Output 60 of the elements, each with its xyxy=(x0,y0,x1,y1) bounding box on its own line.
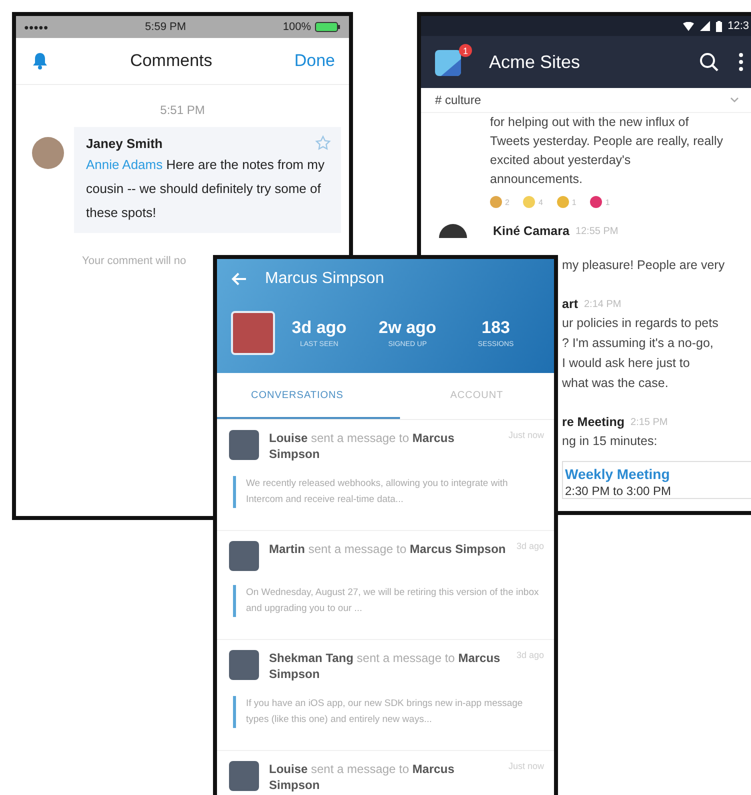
emoji-reaction-icon[interactable] xyxy=(490,196,502,208)
event-card[interactable]: Weekly Meeting 2:30 PM to 3:00 PM xyxy=(562,461,751,499)
done-button[interactable]: Done xyxy=(294,51,335,71)
message-text: ur policies in regards to pets ? I'm assuming it's a no-go, I would ask here just to what was the case. xyxy=(562,315,720,392)
bell-icon[interactable] xyxy=(32,52,48,70)
comment-author: Janey Smith xyxy=(86,136,163,150)
reaction-count: 1 xyxy=(572,198,576,206)
message-text: my pleasure! People are very xyxy=(561,257,726,274)
status-time: 12:3 xyxy=(728,20,749,32)
event-title: Weekly Meeting xyxy=(565,466,671,482)
emoji-reaction-icon[interactable] xyxy=(556,196,569,208)
conversation-summary: Shekman Tang sent a message to Marcus Simpson xyxy=(269,650,502,682)
battery-icon xyxy=(315,22,341,32)
more-menu-icon[interactable] xyxy=(739,53,743,71)
message-time: 2:14 PM xyxy=(584,298,622,310)
conversation-summary: Louise sent a message to Marcus Simpson xyxy=(269,761,456,793)
avatar-placeholder xyxy=(32,137,64,169)
app-title: Acme Sites xyxy=(489,52,582,72)
comment-text: Annie Adams Here are the notes from my cousin -- we should definitely try some of these spots! xyxy=(86,156,326,222)
signal-dots: ●●●●● xyxy=(24,22,48,32)
message-author: Kiné Camara xyxy=(493,224,570,238)
message-preview: If you have an iOS app, our new SDK brings new in-app message types (like this one) and entirely new ways... xyxy=(233,696,544,728)
reaction-count: 1 xyxy=(605,198,610,206)
emoji-reaction-icon[interactable] xyxy=(590,196,602,208)
reaction-count: 4 xyxy=(538,198,543,206)
profile-name: Marcus Simpson xyxy=(265,270,384,288)
status-time: 5:59 PM xyxy=(145,21,186,33)
avatar-placeholder xyxy=(439,224,467,238)
message-text: ng in 15 minutes: xyxy=(562,433,658,450)
search-icon[interactable] xyxy=(699,52,719,72)
message-text: for helping out with the new influx of Tweets yesterday. People are really, really excited about yesterday's announcements. xyxy=(490,114,724,188)
timestamp: 5:51 PM xyxy=(159,103,206,117)
photo-placeholder xyxy=(231,311,275,355)
stat-value: 3d ago xyxy=(292,318,347,338)
message-preview: On Wednesday, August 27, we will be retiring this version of the inbox and upgrading you to our ... xyxy=(233,585,544,617)
notification-badge: 1 xyxy=(459,44,472,57)
wifi-icon xyxy=(682,22,694,30)
back-arrow-icon[interactable] xyxy=(231,272,247,286)
avatar-placeholder xyxy=(229,430,259,460)
signal-icon xyxy=(700,21,710,31)
conversation-summary: Louise sent a message to Marcus Simpson xyxy=(269,430,456,462)
chevron-down-icon[interactable] xyxy=(730,97,739,103)
avatar-placeholder xyxy=(229,761,259,791)
stat-value: 2w ago xyxy=(378,318,436,338)
message-time: 2:15 PM xyxy=(630,416,668,428)
stat-value: 183 xyxy=(482,318,510,338)
avatar-placeholder xyxy=(229,541,259,571)
battery-percent: 100% xyxy=(282,21,311,33)
message-time: 12:55 PM xyxy=(575,226,618,236)
avatar-placeholder xyxy=(229,650,259,680)
message-author: re Meeting xyxy=(562,415,625,429)
message-preview: We recently released webhooks, allowing you to integrate with Intercom and receive real-time data... xyxy=(233,476,544,508)
message-author: art xyxy=(562,297,578,311)
reaction-count: 2 xyxy=(505,198,510,206)
event-time: 2:30 PM to 3:00 PM xyxy=(565,484,672,498)
conversation-summary: Martin sent a message to Marcus Simpson xyxy=(269,541,506,557)
channel-name[interactable]: # culture xyxy=(435,93,482,107)
screen-title: Comments xyxy=(130,51,212,71)
battery-icon xyxy=(716,20,722,32)
star-icon[interactable] xyxy=(315,135,331,151)
